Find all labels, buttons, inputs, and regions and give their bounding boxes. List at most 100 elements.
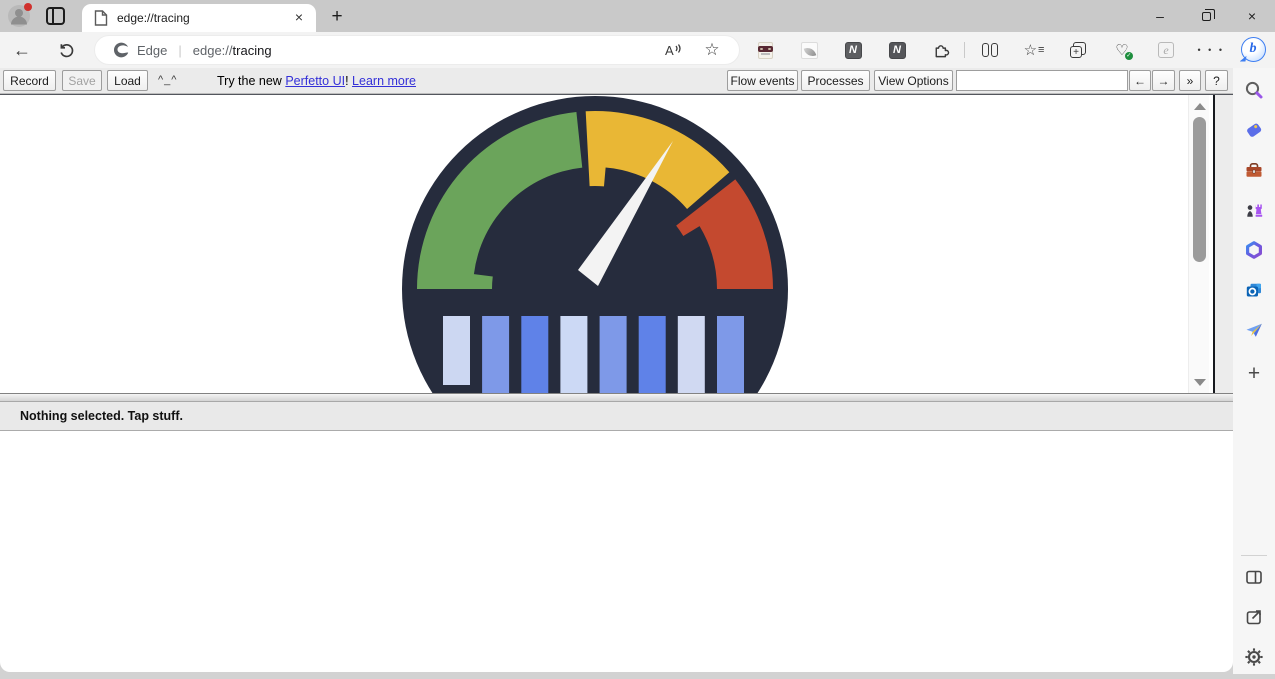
gear-icon	[1244, 647, 1264, 667]
sidebar-panel-button[interactable]	[1233, 559, 1275, 595]
back-button[interactable]: ←	[8, 36, 36, 64]
open-external-button[interactable]	[1233, 599, 1275, 635]
read-aloud-button[interactable]: A	[658, 36, 686, 64]
gauge-bar	[717, 316, 744, 393]
learn-more-link[interactable]: Learn more	[352, 74, 416, 88]
extensions-menu-button[interactable]	[927, 36, 955, 64]
new-tab-button[interactable]: +	[324, 5, 350, 29]
extension-mask-icon[interactable]	[751, 36, 779, 64]
pane-splitter[interactable]	[0, 393, 1233, 402]
gauge-bar	[443, 316, 470, 385]
tracing-toolbar: Record Save Load ^_^ Try the new Perfett…	[0, 68, 1233, 94]
analysis-panel	[0, 431, 1233, 672]
status-message: Nothing selected. Tap stuff.	[20, 409, 183, 423]
view-options-button[interactable]: View Options	[874, 70, 953, 91]
restore-button[interactable]	[1183, 0, 1229, 32]
perfetto-ui-link[interactable]: Perfetto UI	[285, 74, 345, 88]
favorites-icon: ☆≡	[1024, 41, 1045, 59]
address-bar[interactable]: Edge | edge:// tracing	[94, 35, 740, 65]
extension-leaf-icon[interactable]	[795, 36, 823, 64]
processes-button[interactable]: Processes	[801, 70, 870, 91]
gauge-bar	[678, 316, 705, 393]
restore-icon	[1202, 12, 1211, 21]
read-aloud-icon: A	[662, 41, 682, 59]
svg-text:A: A	[665, 43, 674, 58]
sidebar-item-tools[interactable]	[1233, 152, 1275, 188]
collections-button[interactable]: +	[1064, 36, 1092, 64]
extension-notepad2-icon[interactable]: N	[883, 36, 911, 64]
perfetto-promo: Try the new Perfetto UI! Learn more	[217, 74, 416, 88]
flow-events-button[interactable]: Flow events	[727, 70, 798, 91]
timeline-right-gutter	[1215, 95, 1233, 393]
sidebar-item-games[interactable]	[1233, 192, 1275, 228]
address-divider: |	[178, 43, 181, 58]
sidebar-item-drop[interactable]	[1233, 312, 1275, 348]
sidebar-divider	[1241, 555, 1267, 556]
tab-close-icon[interactable]: ×	[290, 9, 308, 27]
toolbox-icon	[1244, 160, 1264, 180]
sidebar-add-button[interactable]: +	[1233, 356, 1275, 392]
ie-mode-indicator: e	[1152, 36, 1180, 64]
paper-plane-icon	[1244, 320, 1264, 340]
scrollbar-thumb[interactable]	[1193, 117, 1206, 262]
n-letter-icon: N	[889, 42, 906, 59]
sidebar-item-search[interactable]	[1233, 72, 1275, 108]
window-controls: – ×	[1137, 0, 1275, 32]
selection-status-bar: Nothing selected. Tap stuff.	[0, 402, 1233, 431]
close-button[interactable]: ×	[1229, 0, 1275, 32]
collections-icon: +	[1070, 42, 1086, 58]
sidebar-item-microsoft-365[interactable]	[1233, 232, 1275, 268]
expand-button[interactable]: »	[1179, 70, 1201, 91]
promo-text: Try the new	[217, 74, 282, 88]
settings-menu-button[interactable]: • • •	[1197, 36, 1225, 64]
browser-essentials-button[interactable]: ♡ ✓	[1108, 36, 1136, 64]
timeline-view[interactable]	[0, 94, 1233, 393]
url-host: tracing	[233, 43, 272, 58]
record-button[interactable]: Record	[3, 70, 56, 91]
ellipsis-icon: • • •	[1198, 45, 1225, 55]
vertical-scrollbar[interactable]	[1188, 95, 1209, 393]
favorites-button[interactable]: ☆≡	[1020, 36, 1048, 64]
workspaces-icon[interactable]	[46, 7, 65, 25]
star-icon: ☆	[704, 40, 719, 60]
split-screen-button[interactable]	[976, 36, 1004, 64]
sidebar-settings-button[interactable]	[1233, 639, 1275, 675]
tab-title: edge://tracing	[117, 11, 290, 25]
favorite-this-page-button[interactable]: ☆	[698, 36, 726, 64]
load-button[interactable]: Load	[107, 70, 148, 91]
sidebar-item-outlook[interactable]	[1233, 272, 1275, 308]
titlebar: edge://tracing × + – ×	[0, 0, 1275, 32]
notification-dot	[24, 3, 32, 11]
sidebar-panel-icon	[1244, 567, 1264, 587]
bing-icon: b	[1241, 37, 1266, 62]
scroll-up-arrow[interactable]	[1194, 103, 1206, 110]
refresh-button[interactable]	[52, 36, 80, 64]
profile-avatar[interactable]	[8, 5, 30, 27]
gauge-bar	[560, 316, 587, 393]
site-engine-label: Edge	[137, 43, 167, 58]
microsoft-365-icon	[1244, 240, 1264, 260]
tab-edge-tracing[interactable]: edge://tracing ×	[82, 4, 316, 32]
gauge-bar	[482, 316, 509, 393]
search-icon	[1244, 80, 1264, 100]
sidebar-item-shopping[interactable]	[1233, 112, 1275, 148]
extension-notepad-icon[interactable]: N	[839, 36, 867, 64]
bing-chat-button[interactable]: b	[1239, 35, 1267, 63]
find-input[interactable]	[956, 70, 1128, 91]
n-letter-icon: N	[845, 42, 862, 59]
scroll-down-arrow[interactable]	[1194, 379, 1206, 386]
browser-toolbar: ← Edge | edge:// tracing A ☆ N N	[0, 32, 1275, 68]
edge-logo-icon	[112, 41, 130, 59]
find-next-button[interactable]: →	[1152, 70, 1175, 91]
help-button[interactable]: ?	[1205, 70, 1228, 91]
edge-sidebar: +	[1233, 68, 1275, 674]
save-button: Save	[62, 70, 102, 91]
gauge-bar	[639, 316, 666, 393]
plus-icon: +	[1248, 362, 1260, 386]
find-previous-button[interactable]: ←	[1129, 70, 1151, 91]
url-scheme: edge://	[193, 43, 233, 58]
minimize-button[interactable]: –	[1137, 0, 1183, 32]
promo-bang: !	[345, 74, 348, 88]
gauge-bar	[600, 316, 627, 393]
heart-pulse-icon: ♡ ✓	[1115, 41, 1128, 59]
